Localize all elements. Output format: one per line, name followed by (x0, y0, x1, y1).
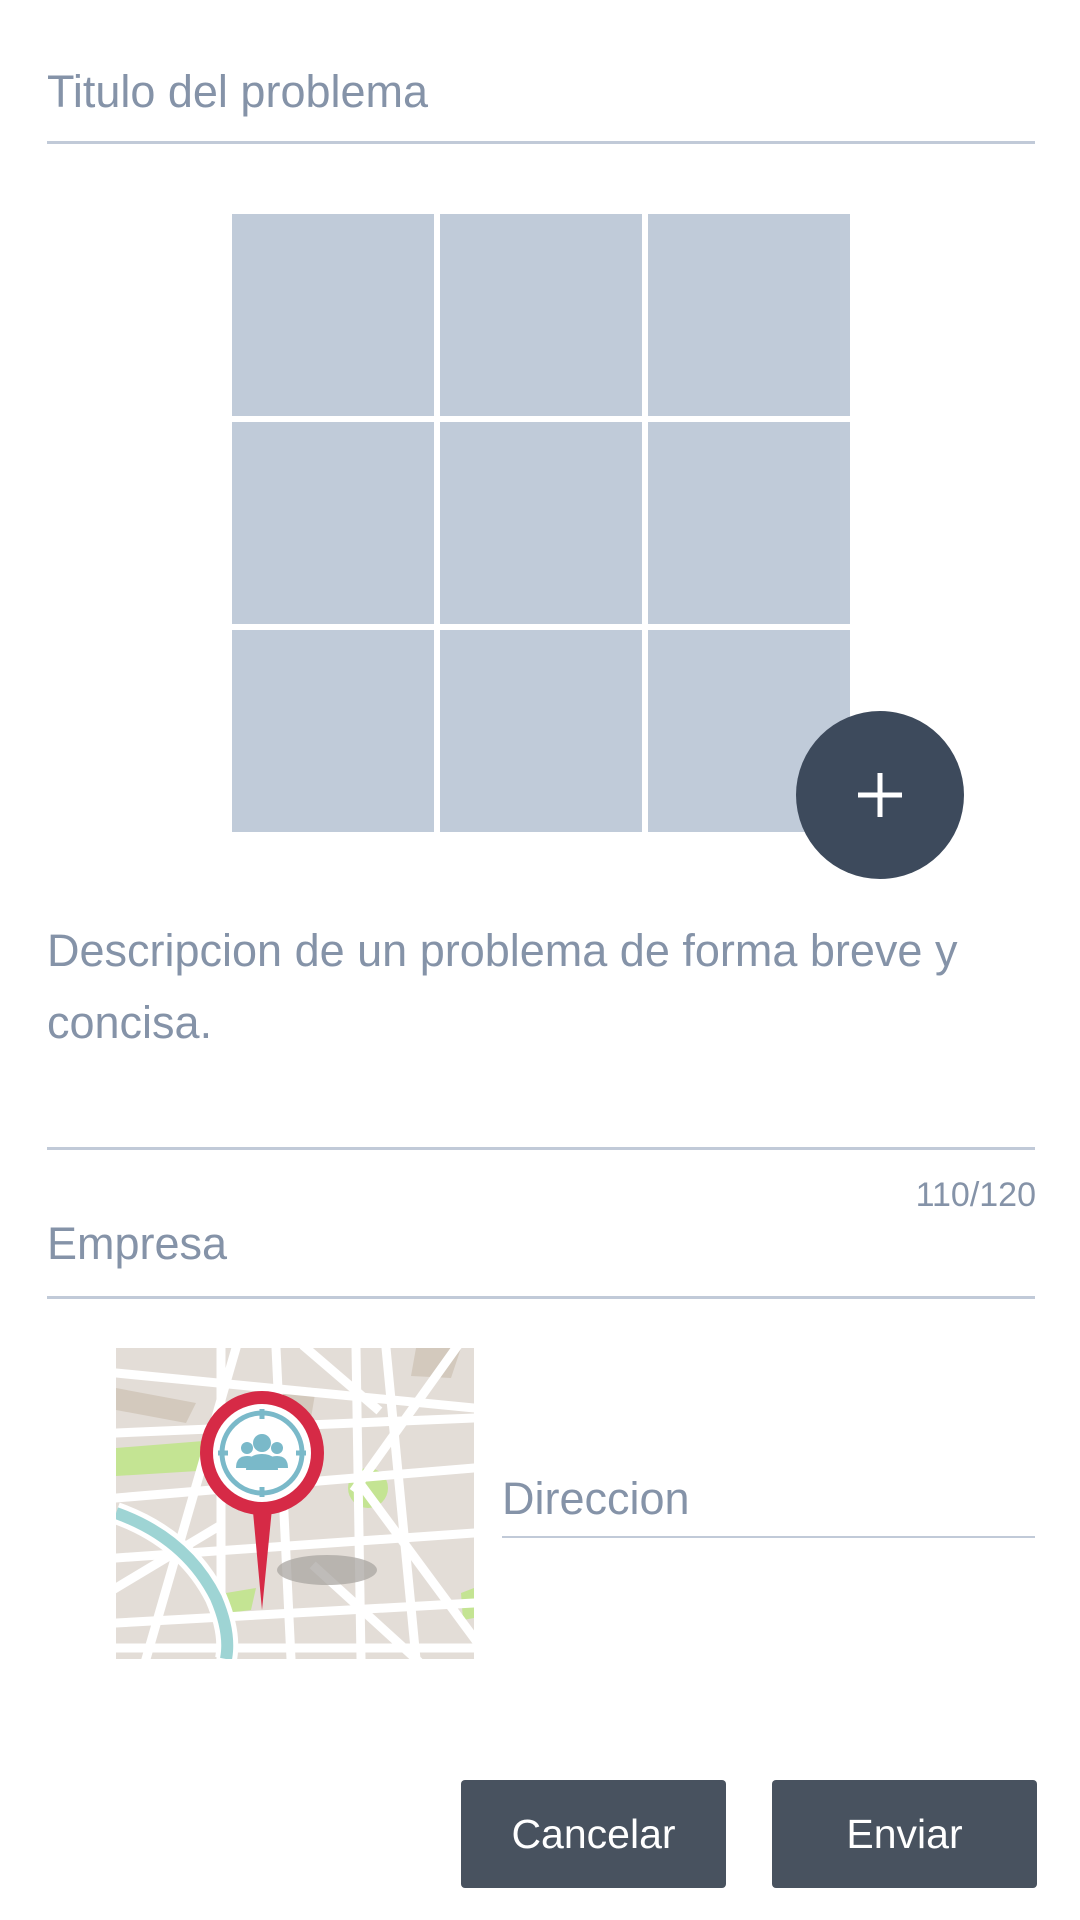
description-underline (47, 1147, 1035, 1150)
description-input[interactable]: Descripcion de un problema de forma brev… (47, 915, 1037, 1059)
map-illustration (116, 1348, 474, 1659)
title-input[interactable]: Titulo del problema (47, 69, 1035, 114)
photo-slot[interactable] (648, 214, 850, 416)
photo-slot[interactable] (440, 214, 642, 416)
photo-slot[interactable] (440, 630, 642, 832)
send-button[interactable]: Enviar (772, 1780, 1037, 1888)
char-counter: 110/120 (915, 1176, 1036, 1214)
plus-icon (858, 773, 902, 817)
address-underline (502, 1536, 1035, 1538)
photo-slot[interactable] (232, 422, 434, 624)
photo-slot[interactable] (440, 422, 642, 624)
title-underline (47, 141, 1035, 144)
photo-slot[interactable] (648, 422, 850, 624)
add-photo-button[interactable] (796, 711, 964, 879)
photo-slot[interactable] (232, 214, 434, 416)
company-underline (47, 1296, 1035, 1299)
photo-grid (232, 214, 852, 834)
company-input[interactable]: Empresa (47, 1221, 1035, 1266)
address-input[interactable]: Direccion (502, 1476, 690, 1521)
photo-slot[interactable] (232, 630, 434, 832)
cancel-button[interactable]: Cancelar (461, 1780, 726, 1888)
location-map[interactable] (116, 1348, 474, 1659)
